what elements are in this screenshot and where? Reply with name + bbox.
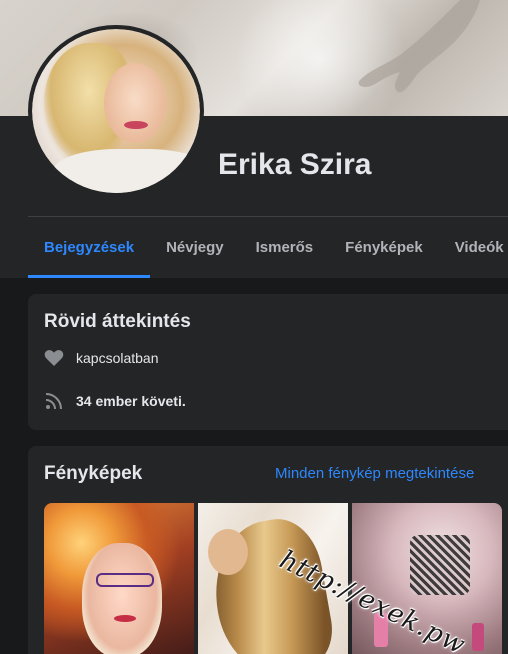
photo-face — [82, 543, 162, 654]
followers-row[interactable]: 34 ember követi. — [44, 391, 186, 411]
profile-avatar[interactable] — [28, 25, 204, 197]
avatar-photo — [32, 29, 200, 193]
heart-icon — [44, 348, 64, 368]
photo-thumbnail[interactable] — [44, 503, 194, 654]
avatar-lips — [124, 121, 148, 129]
avatar-sweater — [52, 149, 200, 193]
followers-count: 34 ember követi. — [76, 393, 186, 409]
avatar-face — [104, 63, 166, 143]
photo-bottle — [472, 623, 484, 651]
intro-title: Rövid áttekintés — [44, 311, 191, 332]
tab-posts[interactable]: Bejegyzések — [28, 217, 151, 278]
photo-face — [208, 529, 248, 575]
intro-card: Rövid áttekintés kapcsolatban 34 ember k… — [28, 294, 508, 430]
tab-videos[interactable]: Videók — [439, 217, 508, 278]
cover-sculpture-hand — [358, 0, 480, 93]
rss-feed-icon — [44, 391, 64, 411]
tab-about[interactable]: Névjegy — [150, 217, 240, 278]
see-all-photos-link[interactable]: Minden fénykép megtekintése — [275, 465, 474, 482]
profile-name: Erika Szira — [218, 148, 372, 181]
photo-lace — [410, 535, 470, 595]
profile-tabs: Bejegyzések Névjegy Ismerős Fényképek Vi… — [28, 217, 508, 278]
relationship-status: kapcsolatban — [76, 350, 159, 366]
tab-friends[interactable]: Ismerős — [240, 217, 330, 278]
photos-title: Fényképek — [44, 463, 143, 484]
relationship-row: kapcsolatban — [44, 348, 159, 368]
photo-glasses — [96, 573, 154, 587]
photo-lips — [114, 615, 136, 622]
tab-photos[interactable]: Fényképek — [329, 217, 439, 278]
